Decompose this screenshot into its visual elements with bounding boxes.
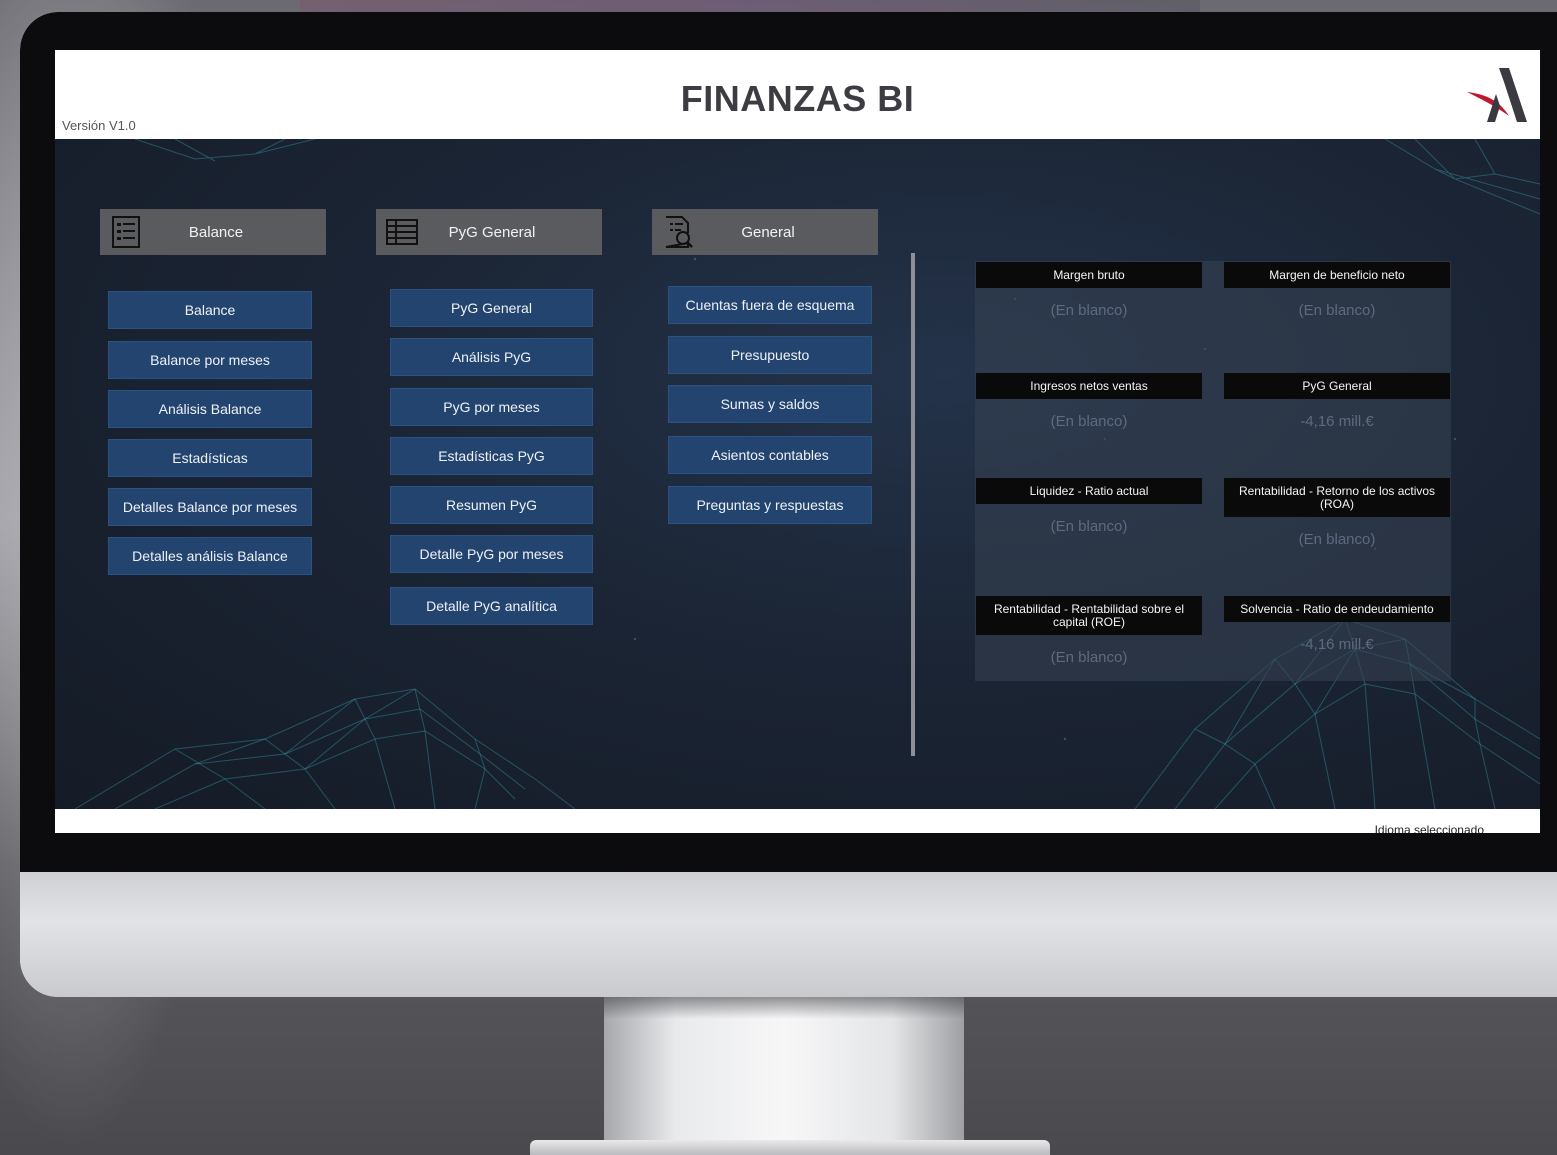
kpi-value: (En blanco) [1050, 518, 1128, 535]
nav-button-balance-por-meses[interactable]: Balance por meses [108, 341, 312, 379]
page-title: FINANZAS BI [680, 78, 915, 119]
version-label: Versión V1.0 [62, 118, 136, 133]
monitor-chin [20, 872, 1557, 997]
monitor-stand-shadow [604, 997, 964, 1019]
kpi-card[interactable]: Liquidez - Ratio actual (En blanco) [976, 478, 1202, 535]
nav-button-analisis-balance[interactable]: Análisis Balance [108, 390, 312, 428]
language-selector-label[interactable]: Idioma seleccionado [1375, 823, 1484, 833]
monitor-stand [604, 997, 964, 1147]
kpi-card[interactable]: Rentabilidad - Retorno de los activos (R… [1224, 478, 1450, 548]
section-header-label: Balance [188, 223, 244, 241]
nav-button-detalle-pyg-por-meses[interactable]: Detalle PyG por meses [390, 535, 593, 573]
nav-button-estadisticas-pyg[interactable]: Estadísticas PyG [390, 437, 593, 475]
kpi-value: -4,16 mill.€ [1300, 413, 1374, 430]
kpi-value: (En blanco) [1050, 649, 1128, 666]
kpi-value: (En blanco) [1298, 531, 1376, 548]
kpi-title: Margen de beneficio neto [1224, 262, 1450, 288]
nav-button-pyg-general[interactable]: PyG General [390, 289, 593, 327]
table-icon [386, 219, 418, 245]
kpi-title: Ingresos netos ventas [976, 373, 1202, 399]
top-bar: FINANZAS BI Versión V1.0 [55, 50, 1540, 139]
kpi-title: PyG General [1224, 373, 1450, 399]
dashboard: Balance PyG General General Balance Bala… [55, 139, 1540, 809]
kpi-card[interactable]: Ingresos netos ventas (En blanco) [976, 373, 1202, 430]
kpi-card[interactable]: Margen bruto (En blanco) [976, 262, 1202, 319]
nav-button-cuentas-fuera-de-esquema[interactable]: Cuentas fuera de esquema [668, 286, 872, 324]
nav-button-detalle-pyg-analitica[interactable]: Detalle PyG analítica [390, 587, 593, 625]
nav-button-analisis-pyg[interactable]: Análisis PyG [390, 338, 593, 376]
nav-button-estadisticas[interactable]: Estadísticas [108, 439, 312, 477]
section-header-general[interactable]: General [652, 209, 878, 255]
kpi-card[interactable]: Solvencia - Ratio de endeudamiento -4,16… [1224, 596, 1450, 653]
footer-bar: Idioma seleccionado [55, 809, 1540, 833]
kpi-card[interactable]: Margen de beneficio neto (En blanco) [1224, 262, 1450, 319]
kpi-card[interactable]: PyG General -4,16 mill.€ [1224, 373, 1450, 430]
section-header-balance[interactable]: Balance [100, 209, 326, 255]
document-search-icon [665, 216, 693, 248]
nav-button-presupuesto[interactable]: Presupuesto [668, 336, 872, 374]
nav-button-detalles-balance-por-meses[interactable]: Detalles Balance por meses [108, 488, 312, 526]
kpi-card[interactable]: Rentabilidad - Rentabilidad sobre el cap… [976, 596, 1202, 666]
nav-button-pyg-por-meses[interactable]: PyG por meses [390, 388, 593, 426]
section-header-pyg[interactable]: PyG General [376, 209, 602, 255]
kpi-title: Margen bruto [976, 262, 1202, 288]
nav-button-detalles-analisis-balance[interactable]: Detalles análisis Balance [108, 537, 312, 575]
list-icon [112, 216, 140, 248]
nav-button-preguntas-y-respuestas[interactable]: Preguntas y respuestas [668, 486, 872, 524]
column-divider [911, 253, 915, 756]
kpi-title: Rentabilidad - Retorno de los activos (R… [1224, 478, 1450, 517]
nav-button-sumas-y-saldos[interactable]: Sumas y saldos [668, 385, 872, 423]
nav-button-balance[interactable]: Balance [108, 291, 312, 329]
app-screen: FINANZAS BI Versión V1.0 Balance PyG Gen… [55, 50, 1540, 833]
kpi-title: Rentabilidad - Rentabilidad sobre el cap… [976, 596, 1202, 635]
monitor-stand-foot [530, 1140, 1050, 1155]
kpi-title: Liquidez - Ratio actual [976, 478, 1202, 504]
kpi-value: (En blanco) [1298, 302, 1376, 319]
kpi-value: -4,16 mill.€ [1300, 636, 1374, 653]
company-logo [1467, 68, 1527, 122]
kpi-value: (En blanco) [1050, 413, 1128, 430]
kpi-panel: Margen bruto (En blanco) Margen de benef… [975, 261, 1451, 681]
section-header-label: General [741, 223, 795, 241]
nav-button-resumen-pyg[interactable]: Resumen PyG [390, 486, 593, 524]
nav-button-asientos-contables[interactable]: Asientos contables [668, 436, 872, 474]
section-header-label: PyG General [448, 223, 536, 241]
kpi-title: Solvencia - Ratio de endeudamiento [1224, 596, 1450, 622]
kpi-value: (En blanco) [1050, 302, 1128, 319]
